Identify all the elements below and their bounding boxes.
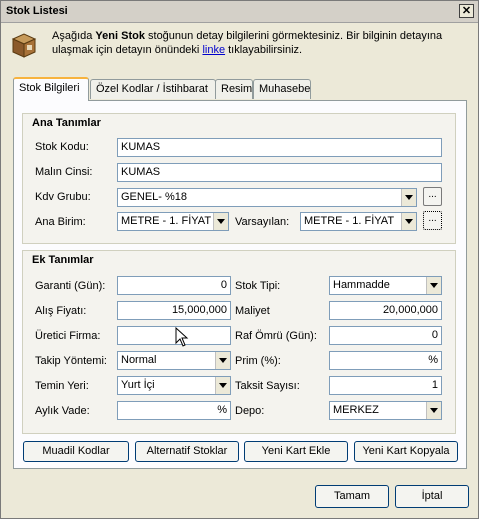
muadil-kodlar-button[interactable]: Muadil Kodlar bbox=[23, 441, 129, 462]
prim-label: Prim (%): bbox=[235, 355, 281, 367]
chevron-down-icon[interactable] bbox=[213, 213, 228, 230]
malin-cinsi-field[interactable]: KUMAS bbox=[117, 163, 442, 182]
chevron-down-icon[interactable] bbox=[401, 189, 416, 206]
alis-fiyati-field[interactable]: 15,000,000 bbox=[117, 301, 231, 320]
iptal-button[interactable]: İptal bbox=[395, 485, 469, 508]
ana-birim-select[interactable]: METRE - 1. FİYAT bbox=[117, 212, 229, 231]
malin-cinsi-label: Malın Cinsi: bbox=[35, 166, 93, 178]
chevron-down-icon[interactable] bbox=[401, 213, 416, 230]
tab-stok-bilgileri[interactable]: Stok Bilgileri bbox=[13, 77, 89, 101]
aylik-vade-field[interactable]: % bbox=[117, 401, 231, 420]
varsayilan-select[interactable]: METRE - 1. FİYAT bbox=[300, 212, 417, 231]
takip-yontemi-select[interactable]: Normal bbox=[117, 351, 231, 370]
chevron-down-icon[interactable] bbox=[426, 402, 441, 419]
takip-yontemi-label: Takip Yöntemi: bbox=[35, 355, 107, 367]
yeni-kart-kopyala-button[interactable]: Yeni Kart Kopyala bbox=[354, 441, 458, 462]
window-title: Stok Listesi bbox=[6, 5, 68, 17]
linke-link[interactable]: linke bbox=[202, 44, 225, 56]
title-bar[interactable]: Stok Listesi ✕ bbox=[1, 1, 478, 23]
tab-ozel-kodlar[interactable]: Özel Kodlar / İstihbarat bbox=[90, 79, 216, 99]
ana-birim-label: Ana Birim: bbox=[35, 216, 86, 228]
stok-kodu-field[interactable]: KUMAS bbox=[117, 138, 442, 157]
kdv-grubu-label: Kdv Grubu: bbox=[35, 191, 91, 203]
taksit-sayisi-label: Taksit Sayısı: bbox=[235, 380, 300, 392]
uretici-firma-field[interactable] bbox=[117, 326, 231, 345]
stok-tipi-select[interactable]: Hammadde bbox=[329, 276, 442, 295]
temin-yeri-select[interactable]: Yurt İçi bbox=[117, 376, 231, 395]
garanti-field[interactable]: 0 bbox=[117, 276, 231, 295]
aylik-vade-label: Aylık Vade: bbox=[35, 405, 90, 417]
stok-kodu-label: Stok Kodu: bbox=[35, 141, 89, 153]
kdv-grubu-select[interactable]: GENEL- %18 bbox=[117, 188, 417, 207]
tab-muhasebe[interactable]: Muhasebe bbox=[253, 79, 311, 99]
tamam-button[interactable]: Tamam bbox=[315, 485, 389, 508]
depo-select[interactable]: MERKEZ bbox=[329, 401, 442, 420]
kdv-grubu-ellipsis-button[interactable]: ... bbox=[423, 187, 442, 206]
uretici-firma-label: Üretici Firma: bbox=[35, 330, 101, 342]
maliyet-label: Maliyet bbox=[235, 305, 270, 317]
alternatif-stoklar-button[interactable]: Alternatif Stoklar bbox=[135, 441, 239, 462]
varsayilan-ellipsis-button[interactable]: ... bbox=[423, 211, 442, 230]
temin-yeri-label: Temin Yeri: bbox=[35, 380, 89, 392]
taksit-sayisi-field[interactable]: 1 bbox=[329, 376, 442, 395]
mouse-cursor-icon bbox=[175, 327, 189, 347]
chevron-down-icon[interactable] bbox=[215, 377, 230, 394]
chevron-down-icon[interactable] bbox=[426, 277, 441, 294]
raf-omru-label: Raf Ömrü (Gün): bbox=[235, 330, 317, 342]
chevron-down-icon[interactable] bbox=[215, 352, 230, 369]
close-button[interactable]: ✕ bbox=[459, 4, 474, 18]
depo-label: Depo: bbox=[235, 405, 265, 417]
tab-resim[interactable]: Resim bbox=[215, 79, 253, 99]
stok-listesi-window: Stok Listesi ✕ Aşağıda Yeni Stok stoğunu… bbox=[0, 0, 479, 519]
prim-field[interactable]: % bbox=[329, 351, 442, 370]
close-icon: ✕ bbox=[461, 5, 472, 17]
ek-tanimlar-title: Ek Tanımlar bbox=[32, 254, 94, 266]
alis-fiyati-label: Alış Fiyatı: bbox=[35, 305, 87, 317]
ana-tanimlar-title: Ana Tanımlar bbox=[32, 117, 101, 129]
varsayilan-label: Varsayılan: bbox=[235, 216, 290, 228]
box-icon bbox=[11, 33, 37, 58]
garanti-label: Garanti (Gün): bbox=[35, 280, 106, 292]
maliyet-field[interactable]: 20,000,000 bbox=[329, 301, 442, 320]
stok-tipi-label: Stok Tipi: bbox=[235, 280, 281, 292]
info-description: Aşağıda Yeni Stok stoğunun detay bilgile… bbox=[52, 30, 443, 56]
raf-omru-field[interactable]: 0 bbox=[329, 326, 442, 345]
yeni-kart-ekle-button[interactable]: Yeni Kart Ekle bbox=[244, 441, 348, 462]
